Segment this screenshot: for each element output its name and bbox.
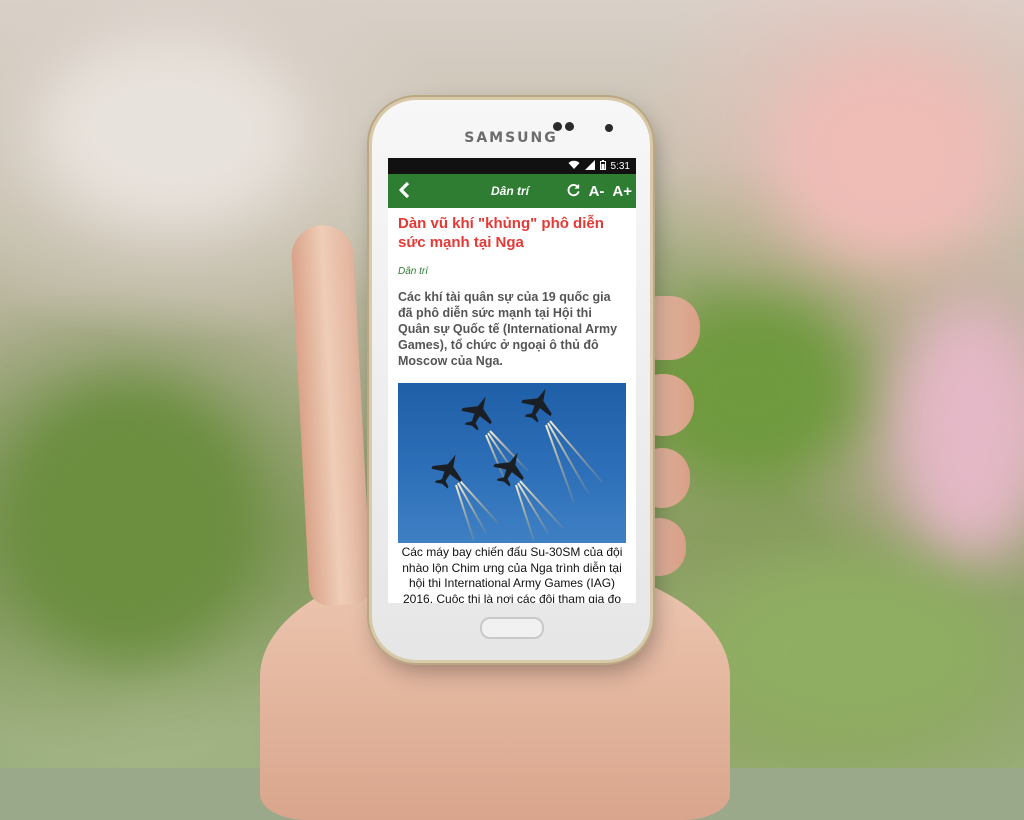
- article-source: Dân trí: [398, 266, 429, 277]
- jet-formation-illustration: [431, 388, 604, 542]
- front-camera-icon: [605, 124, 613, 132]
- bg-blob: [700, 560, 1000, 740]
- app-bar: Dân trí A- A+: [388, 174, 636, 208]
- wifi-icon: [568, 160, 580, 173]
- signal-icon: [584, 159, 595, 173]
- article-lead: Các khí tài quân sự của 19 quốc gia đã p…: [398, 290, 618, 368]
- photo-caption: Các máy bay chiến đấu Su-30SM của đội nh…: [401, 545, 623, 603]
- bg-blob: [0, 380, 260, 660]
- battery-icon: [599, 159, 606, 173]
- app-title: Dân trí: [490, 184, 529, 198]
- bg-blob: [900, 300, 1024, 560]
- clock: 5:31: [610, 160, 630, 172]
- article-headline: Dàn vũ khí "khủng" phô diễn sức mạnh tại…: [398, 215, 604, 251]
- sensor-icon: [565, 122, 574, 131]
- status-bar: 5:31: [388, 158, 636, 174]
- chevron-left-icon[interactable]: [388, 178, 420, 204]
- device-brand: SAMSUNG: [464, 130, 558, 146]
- phone-screen: 5:31 Dân trí A- A+ Dàn vũ khí "khủng" ph…: [388, 158, 636, 603]
- smartphone: SAMSUNG 5:31 Dân trí A- A+ Dàn vũ khí "k…: [372, 100, 650, 660]
- jet-aircraft-photo[interactable]: [398, 383, 626, 543]
- bg-blob: [780, 60, 1000, 260]
- sensor-icon: [553, 122, 562, 131]
- toolbar: A- A+: [566, 182, 632, 201]
- font-increase-button[interactable]: A+: [612, 183, 632, 200]
- home-button[interactable]: [480, 617, 544, 639]
- bg-blob: [40, 40, 300, 220]
- font-decrease-button[interactable]: A-: [589, 183, 605, 200]
- article: Dàn vũ khí "khủng" phô diễn sức mạnh tại…: [388, 208, 636, 603]
- refresh-icon[interactable]: [566, 182, 581, 201]
